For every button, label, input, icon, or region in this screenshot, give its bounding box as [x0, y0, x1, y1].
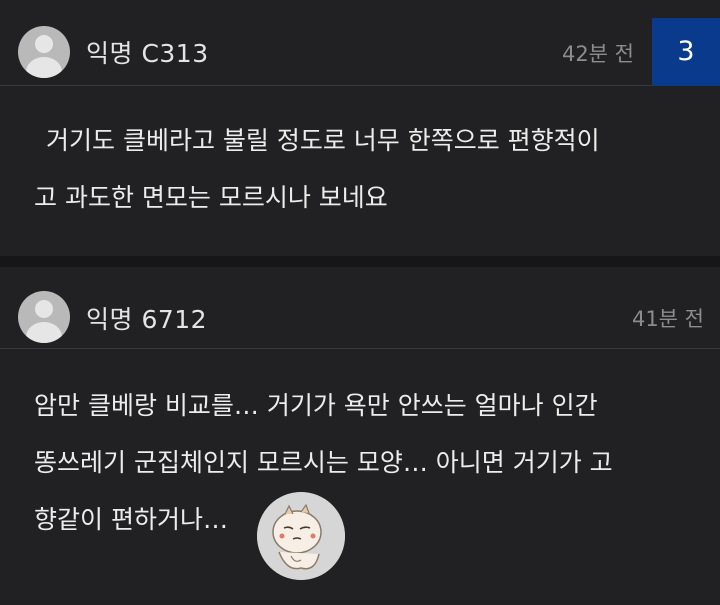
comment-body: 거기도 클베라고 불릴 정도로 너무 한쪽으로 편향적이 고 과도한 면모는 모… — [34, 112, 700, 226]
avatar-head-icon — [35, 300, 53, 318]
comment-line: 고 과도한 면모는 모르시나 보네요 — [34, 183, 388, 212]
comment-header: 익명 C313 42분 전 3 — [0, 0, 720, 86]
comment-line: 거기도 클베라고 불릴 정도로 너무 한쪽으로 편향적이 — [46, 126, 600, 155]
avatar-head-icon — [35, 35, 53, 53]
comment-card: 익명 6712 41분 전 암만 클베랑 비교를… 거기가 욕만 안쓰는 얼마나… — [0, 267, 720, 605]
sticker-drawing — [257, 492, 345, 580]
avatar-body-icon — [26, 322, 62, 343]
comment-header: 익명 6712 41분 전 — [0, 267, 720, 349]
emoticon-sticker-icon[interactable] — [257, 492, 345, 580]
comment-line: 향같이 편하거나… — [34, 505, 228, 534]
comment-list: 익명 C313 42분 전 3 거기도 클베라고 불릴 정도로 너무 한쪽으로 … — [0, 0, 720, 605]
avatar[interactable] — [18, 26, 70, 78]
reply-count-badge[interactable]: 3 — [652, 18, 720, 86]
comment-line: 암만 클베랑 비교를… 거기가 욕만 안쓰는 얼마나 인간 — [34, 391, 598, 420]
comment-body: 암만 클베랑 비교를… 거기가 욕만 안쓰는 얼마나 인간 똥쓰레기 군집체인지… — [34, 377, 700, 548]
author-name[interactable]: 익명 6712 — [86, 300, 207, 336]
author-name[interactable]: 익명 C313 — [86, 34, 209, 70]
timestamp: 41분 전 — [631, 307, 704, 331]
comment-line: 똥쓰레기 군집체인지 모르시는 모양… 아니면 거기가 고 — [34, 448, 613, 477]
comment-card: 익명 C313 42분 전 3 거기도 클베라고 불릴 정도로 너무 한쪽으로 … — [0, 0, 720, 256]
timestamp: 42분 전 — [561, 42, 634, 66]
avatar[interactable] — [18, 291, 70, 343]
avatar-body-icon — [26, 57, 62, 78]
